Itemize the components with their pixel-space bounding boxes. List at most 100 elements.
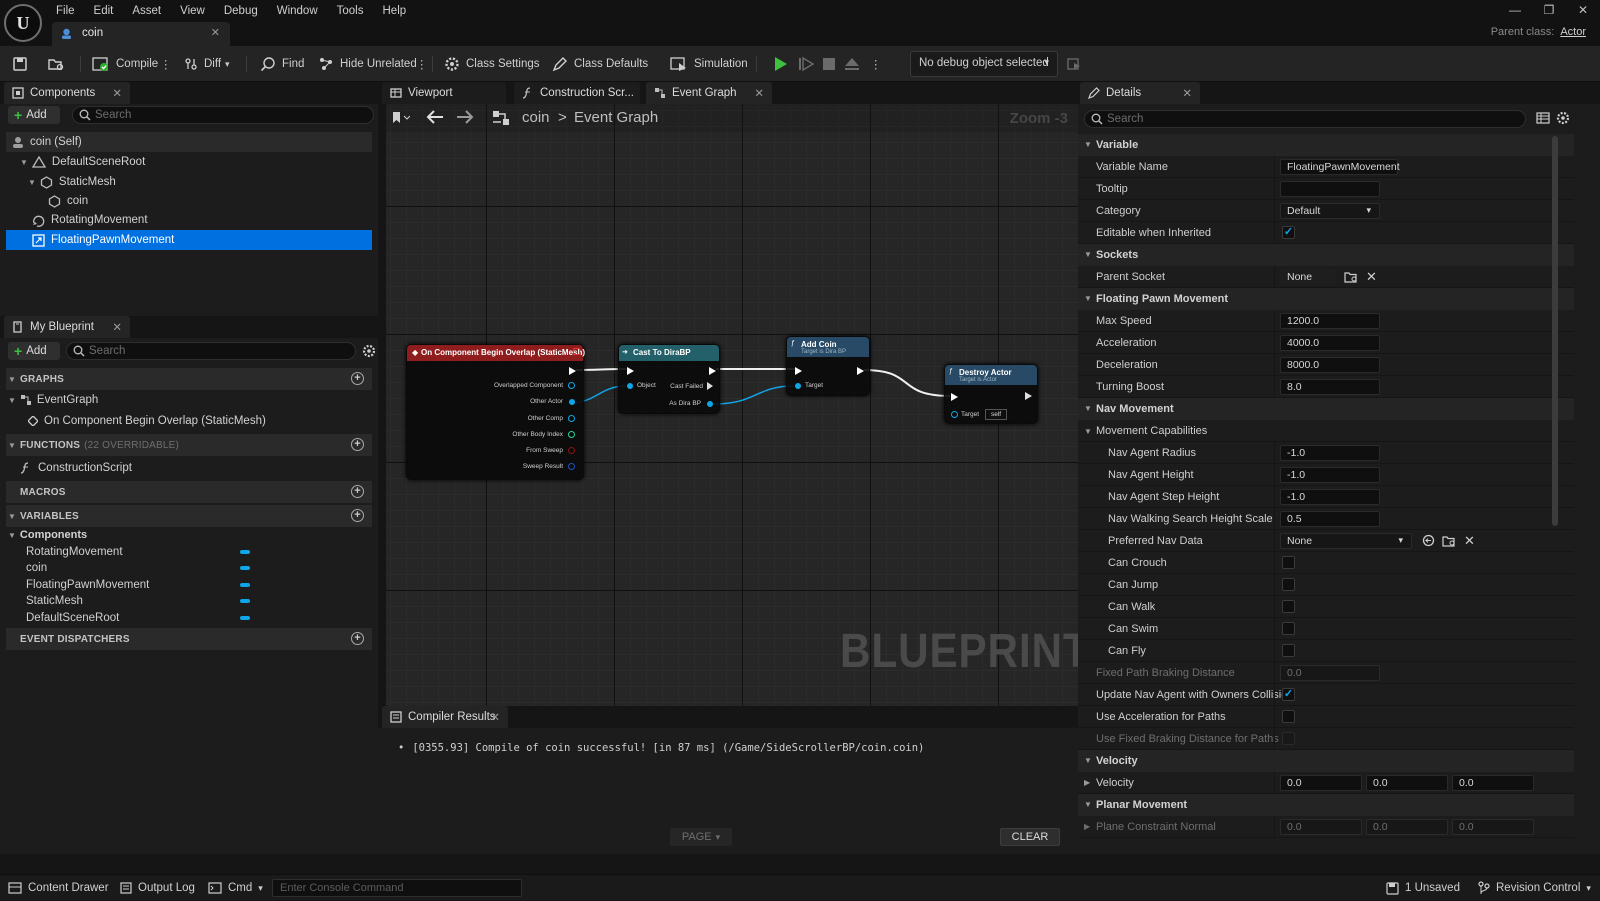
functions-section-header[interactable]: ▼ FUNCTIONS (22 OVERRIDABLE) + bbox=[6, 434, 372, 456]
pin[interactable] bbox=[951, 411, 958, 418]
clear-button[interactable]: CLEAR bbox=[1000, 828, 1060, 846]
resume-button[interactable] bbox=[798, 52, 820, 76]
tab-construction-script[interactable]: Construction Scr... bbox=[514, 82, 640, 104]
macros-section-header[interactable]: MACROS + bbox=[6, 481, 372, 503]
close-icon[interactable]: ✕ bbox=[1182, 86, 1192, 100]
unsaved-button[interactable]: 1 Unsaved bbox=[1386, 875, 1460, 901]
clear-icon[interactable]: ✕ bbox=[1366, 269, 1377, 285]
section-velocity[interactable]: ▼ Velocity bbox=[1078, 750, 1574, 772]
clear-icon[interactable]: ✕ bbox=[1464, 533, 1475, 549]
compile-options-button[interactable]: ⋮ bbox=[160, 52, 172, 76]
add-macro-icon[interactable]: + bbox=[351, 485, 364, 498]
save-button[interactable] bbox=[12, 52, 34, 76]
document-tab-coin[interactable]: coin ✕ bbox=[52, 22, 230, 46]
self-default-value[interactable]: self bbox=[985, 409, 1007, 420]
exec-out-pin[interactable] bbox=[1025, 392, 1032, 400]
table-view-icon[interactable] bbox=[1536, 112, 1550, 124]
close-window-button[interactable]: ✕ bbox=[1566, 0, 1600, 20]
tab-event-graph[interactable]: Event Graph ✕ bbox=[646, 82, 772, 104]
cmd-dropdown[interactable]: Cmd ▾ bbox=[208, 875, 263, 901]
nav-agent-step-height-input[interactable]: -1.0 bbox=[1280, 489, 1380, 505]
browse-button[interactable] bbox=[48, 52, 72, 76]
parent-socket-value[interactable]: None bbox=[1280, 269, 1336, 285]
add-dispatcher-icon[interactable]: + bbox=[351, 632, 364, 645]
section-floating-pawn-movement[interactable]: ▼ Floating Pawn Movement bbox=[1078, 288, 1574, 310]
event-item-begin-overlap[interactable]: On Component Begin Overlap (StaticMesh) bbox=[0, 411, 378, 431]
node-destroy-actor[interactable]: Destroy Actor Target is Actor ƒ Target se… bbox=[944, 364, 1038, 424]
add-component-button[interactable]: + Add bbox=[8, 106, 60, 124]
component-item-static-mesh[interactable]: ▼ StaticMesh bbox=[0, 172, 378, 192]
page-dropdown[interactable]: PAGE ▾ bbox=[670, 828, 732, 846]
section-nav-movement[interactable]: ▼ Nav Movement bbox=[1078, 398, 1574, 420]
maximize-button[interactable]: ❐ bbox=[1532, 0, 1566, 20]
my-blueprint-search-input[interactable]: Search bbox=[66, 342, 356, 360]
debug-object-select[interactable]: No debug object selected ▾ bbox=[910, 51, 1058, 77]
hide-unrelated-button[interactable]: Hide Unrelated bbox=[318, 52, 417, 76]
menu-view[interactable]: View bbox=[180, 5, 205, 17]
stop-button[interactable] bbox=[822, 52, 842, 76]
pin[interactable] bbox=[569, 399, 575, 405]
velocity-y-input[interactable]: 0.0 bbox=[1366, 775, 1448, 791]
class-settings-button[interactable]: Class Settings bbox=[444, 52, 540, 76]
menu-edit[interactable]: Edit bbox=[94, 5, 114, 17]
browse-icon[interactable] bbox=[1344, 270, 1358, 283]
details-search-input[interactable]: Search bbox=[1084, 110, 1526, 128]
tab-viewport[interactable]: Viewport bbox=[382, 82, 506, 104]
variable-item[interactable]: DefaultSceneRoot bbox=[0, 608, 378, 628]
max-speed-input[interactable]: 1200.0 bbox=[1280, 313, 1380, 329]
velocity-z-input[interactable]: 0.0 bbox=[1452, 775, 1534, 791]
event-graph-canvas[interactable]: coin > Event Graph Zoom -3 On Component … bbox=[386, 104, 1078, 706]
exec-out-pin[interactable] bbox=[707, 382, 713, 390]
menu-file[interactable]: File bbox=[56, 5, 75, 17]
pin[interactable] bbox=[707, 401, 713, 407]
close-icon[interactable]: ✕ bbox=[211, 26, 220, 39]
add-member-button[interactable]: + Add bbox=[8, 342, 60, 360]
graphs-section-header[interactable]: ▼ GRAPHS + bbox=[6, 368, 372, 390]
pin[interactable] bbox=[568, 431, 575, 438]
tab-details[interactable]: Details ✕ bbox=[1080, 82, 1200, 104]
hide-options-button[interactable]: ⋮ bbox=[416, 52, 428, 76]
tab-components[interactable]: Components ✕ bbox=[4, 82, 130, 104]
variable-name-input[interactable]: FloatingPawnMovement bbox=[1280, 159, 1400, 175]
can-walk-checkbox[interactable] bbox=[1282, 600, 1295, 613]
pin[interactable] bbox=[568, 382, 575, 389]
add-variable-icon[interactable]: + bbox=[351, 509, 364, 522]
nav-walking-scale-input[interactable]: 0.5 bbox=[1280, 511, 1380, 527]
parent-class-link[interactable]: Actor bbox=[1560, 26, 1586, 38]
play-button[interactable] bbox=[774, 52, 794, 76]
exec-in-pin[interactable] bbox=[951, 393, 958, 401]
pin[interactable] bbox=[627, 383, 633, 389]
use-acceleration-checkbox[interactable] bbox=[1282, 710, 1295, 723]
menu-asset[interactable]: Asset bbox=[132, 5, 161, 17]
component-item-coin[interactable]: coin bbox=[0, 191, 378, 211]
use-selected-icon[interactable] bbox=[1422, 534, 1435, 547]
console-command-input[interactable]: Enter Console Command bbox=[272, 879, 522, 897]
preferred-nav-data-combo[interactable]: None ▾ bbox=[1280, 533, 1412, 549]
exec-out-pin[interactable] bbox=[709, 367, 716, 375]
pin[interactable] bbox=[568, 415, 575, 422]
section-variable[interactable]: ▼ Variable bbox=[1078, 134, 1574, 156]
close-icon[interactable]: ✕ bbox=[112, 86, 122, 100]
pin[interactable] bbox=[568, 463, 575, 470]
can-fly-checkbox[interactable] bbox=[1282, 644, 1295, 657]
collapsed-icon[interactable]: ▶ bbox=[1084, 822, 1090, 831]
deceleration-input[interactable]: 8000.0 bbox=[1280, 357, 1380, 373]
turning-boost-input[interactable]: 8.0 bbox=[1280, 379, 1380, 395]
can-swim-checkbox[interactable] bbox=[1282, 622, 1295, 635]
menu-help[interactable]: Help bbox=[383, 5, 407, 17]
tab-my-blueprint[interactable]: My Blueprint ✕ bbox=[4, 316, 130, 338]
can-jump-checkbox[interactable] bbox=[1282, 578, 1295, 591]
update-nav-agent-checkbox[interactable]: ✓ bbox=[1282, 688, 1295, 701]
minimize-button[interactable]: — bbox=[1498, 0, 1532, 20]
browse-icon[interactable] bbox=[1442, 534, 1456, 547]
category-combo[interactable]: Default ▾ bbox=[1280, 203, 1380, 219]
velocity-x-input[interactable]: 0.0 bbox=[1280, 775, 1362, 791]
component-item-default-scene-root[interactable]: ▼ DefaultSceneRoot bbox=[0, 152, 378, 172]
settings-gear-icon[interactable] bbox=[362, 344, 376, 358]
details-scrollbar[interactable] bbox=[1552, 136, 1558, 526]
menu-debug[interactable]: Debug bbox=[224, 5, 258, 17]
output-log-button[interactable]: Output Log bbox=[120, 875, 195, 901]
pin[interactable] bbox=[795, 383, 801, 389]
eject-button[interactable] bbox=[844, 52, 866, 76]
exec-in-pin[interactable] bbox=[795, 367, 802, 375]
